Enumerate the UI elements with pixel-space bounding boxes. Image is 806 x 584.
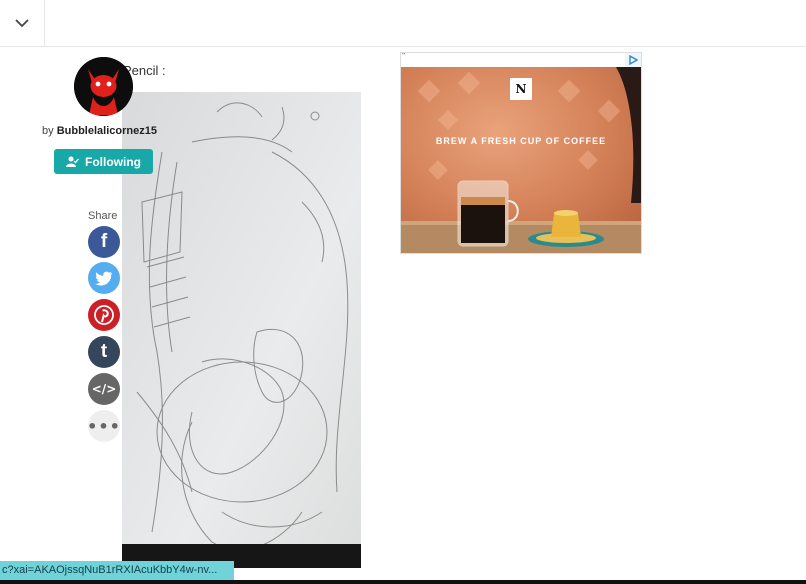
more-dots-icon: ••• — [87, 416, 121, 436]
share-twitter-button[interactable] — [88, 262, 120, 294]
share-tumblr-button[interactable]: t — [88, 336, 120, 368]
following-label: Following — [85, 154, 141, 169]
brand-logo: N — [510, 78, 532, 100]
adchoices-icon — [629, 55, 638, 65]
facebook-icon: f — [100, 231, 108, 252]
red-cat-avatar-icon — [74, 57, 133, 116]
ad-choices-button[interactable] — [625, 53, 641, 67]
pencil-sketch-drawing — [122, 92, 361, 568]
ad-quote-mark: " — [402, 52, 406, 62]
artwork-image[interactable] — [122, 92, 361, 568]
chevron-down-icon — [15, 19, 29, 28]
share-label: Share — [88, 210, 118, 222]
advertisement[interactable]: " N BREW A FRESH CUP OF COFFEE — [400, 52, 642, 254]
share-embed-button[interactable]: </> — [88, 373, 120, 405]
share-pinterest-button[interactable] — [88, 299, 120, 331]
pinterest-icon — [94, 305, 114, 325]
author-byline: by Bubblelalicornez15 — [42, 125, 157, 137]
byline-prefix: by — [42, 125, 54, 137]
share-facebook-button[interactable]: f — [88, 226, 120, 258]
embed-code-icon: </> — [91, 382, 117, 396]
collapse-button[interactable] — [0, 0, 45, 46]
bottom-border — [0, 580, 806, 584]
twitter-icon — [95, 271, 112, 285]
tumblr-icon: t — [100, 341, 108, 362]
top-bar — [0, 0, 806, 47]
share-more-button[interactable]: ••• — [87, 410, 121, 442]
ad-header-strip — [401, 53, 641, 67]
user-check-icon — [66, 156, 79, 167]
author-name[interactable]: Bubblelalicornez15 — [57, 125, 157, 137]
status-bar-url: c?xai=AKAOjssqNuB1rRXIAcuKbbY4w-nv... — [0, 561, 234, 580]
author-avatar[interactable] — [74, 57, 133, 116]
ad-tagline: BREW A FRESH CUP OF COFFEE — [435, 136, 607, 146]
following-button[interactable]: Following — [54, 149, 153, 174]
